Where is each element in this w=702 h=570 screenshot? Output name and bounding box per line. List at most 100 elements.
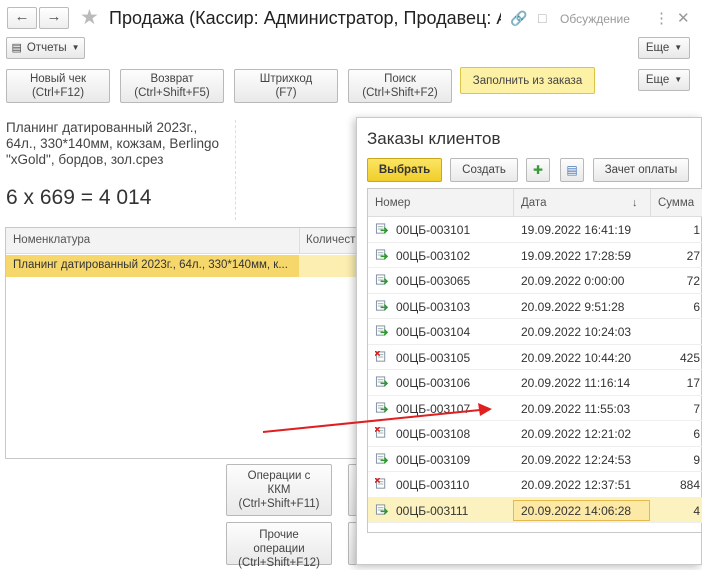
col-qty-header[interactable]: Количест	[306, 234, 355, 246]
select-button[interactable]: Выбрать	[367, 158, 442, 182]
create-label: Создать	[462, 164, 506, 176]
table-row[interactable]: 00ЦБ-003106 20.09.2022 11:16:14 17	[368, 370, 702, 396]
star-icon[interactable]: ★	[80, 5, 99, 30]
order-sum: 7	[693, 401, 700, 416]
product-name: Планинг датированный 2023г., 64л., 330*1…	[6, 120, 219, 167]
order-number: 00ЦБ-003065	[396, 274, 471, 288]
order-sum: 17	[686, 376, 700, 390]
table-row[interactable]: Планинг датированный 2023г., 64л., 330*1…	[6, 255, 356, 277]
deleted-document-icon	[375, 427, 386, 438]
search-label: Поиск	[384, 73, 416, 85]
return-shortcut: (Ctrl+Shift+F5)	[134, 87, 210, 99]
sort-down-icon[interactable]: ↓	[632, 197, 638, 209]
divider	[235, 120, 236, 220]
create-button[interactable]: Создать	[450, 158, 518, 182]
order-number: 00ЦБ-003104	[396, 325, 471, 339]
kkm-ops-shortcut: (Ctrl+Shift+F11)	[238, 498, 320, 510]
order-date: 20.09.2022 12:37:51	[521, 478, 632, 492]
search-shortcut: (Ctrl+Shift+F2)	[362, 87, 438, 99]
orders-table[interactable]: Номер Дата ↓ Сумма 00ЦБ-003101 19.09.2022…	[367, 188, 702, 533]
window-title: Продажа (Кассир: Администратор, Продавец…	[109, 8, 501, 28]
return-label: Возврат	[150, 73, 194, 85]
order-number: 00ЦБ-003101	[396, 223, 471, 237]
order-sum: 4	[693, 503, 700, 518]
table-row[interactable]: 00ЦБ-003104 20.09.2022 10:24:03	[368, 319, 702, 345]
dropdown-icon: ▼	[674, 43, 683, 52]
order-sum: 1	[693, 223, 700, 237]
order-number: 00ЦБ-003106	[396, 376, 471, 390]
list-icon[interactable]: ▤	[560, 158, 584, 182]
discussion-icon[interactable]: □	[538, 10, 546, 26]
col-number-header[interactable]: Номер	[375, 197, 410, 209]
col-item-header[interactable]: Номенклатура	[13, 234, 90, 246]
order-date: 20.09.2022 0:00:00	[521, 274, 625, 288]
fill-from-order-label: Заполнить из заказа	[472, 74, 583, 87]
barcode-shortcut: (F7)	[275, 87, 297, 99]
table-row[interactable]: 00ЦБ-003110 20.09.2022 12:37:51 884	[368, 472, 702, 498]
order-sum: 884	[679, 478, 700, 492]
order-sum: 72	[686, 274, 700, 288]
order-date: 19.09.2022 17:28:59	[521, 248, 632, 263]
reports-label: Отчеты	[26, 42, 67, 54]
barcode-button[interactable]: Штрихкод (F7)	[234, 69, 338, 103]
discussion-link[interactable]: Обсуждение	[560, 12, 630, 26]
table-row[interactable]: 00ЦБ-003105 20.09.2022 10:44:20 425	[368, 345, 702, 370]
order-date: 20.09.2022 14:06:28	[521, 503, 632, 518]
orders-table-body: 00ЦБ-003101 19.09.2022 16:41:19 1 00ЦБ-0031…	[368, 217, 702, 523]
document-posted-icon	[375, 452, 388, 464]
new-check-button[interactable]: Новый чек (Ctrl+F12)	[6, 69, 110, 103]
document-posted-icon	[375, 376, 388, 387]
items-table[interactable]: Номенклатура Количест Планинг датированн…	[5, 227, 357, 459]
back-button[interactable]: ←	[7, 7, 37, 29]
order-number: 00ЦБ-003109	[396, 452, 471, 467]
select-label: Выбрать	[378, 164, 431, 176]
col-sum-header[interactable]: Сумма	[658, 197, 694, 209]
col-separator	[299, 228, 300, 254]
order-sum: 6	[693, 299, 700, 314]
document-posted-icon	[375, 503, 388, 515]
payment-offset-button[interactable]: Зачет оплаты	[593, 158, 689, 182]
reports-button[interactable]: ▤ Отчеты ▼	[6, 37, 85, 59]
menu-dots-icon[interactable]: ⋮	[654, 9, 669, 27]
dropdown-icon: ▼	[71, 43, 80, 52]
forward-button[interactable]: →	[39, 7, 69, 29]
deleted-document-icon	[375, 478, 386, 489]
table-row[interactable]: 00ЦБ-003101 19.09.2022 16:41:19 1	[368, 217, 702, 243]
table-row[interactable]: 00ЦБ-003065 20.09.2022 0:00:00 72	[368, 268, 702, 294]
kkm-operations-button[interactable]: Операции с ККМ (Ctrl+Shift+F11)	[226, 464, 332, 516]
order-date: 19.09.2022 16:41:19	[521, 223, 632, 237]
fill-from-order-button[interactable]: Заполнить из заказа	[460, 67, 595, 94]
add-copy-icon[interactable]: ✚	[526, 158, 550, 182]
order-number: 00ЦБ-003102	[396, 248, 471, 263]
customer-orders-popup[interactable]: Заказы клиентов Выбрать Создать ✚ ▤ Заче…	[356, 117, 702, 565]
document-posted-icon	[375, 401, 388, 413]
other-operations-button[interactable]: Прочие операции (Ctrl+Shift+F12)	[226, 522, 332, 569]
reports-icon: ▤	[11, 42, 22, 54]
table-row[interactable]: 00ЦБ-003102 19.09.2022 17:28:59 27	[368, 243, 702, 268]
table-row[interactable]: 00ЦБ-003107 20.09.2022 11:55:03 7	[368, 396, 702, 421]
quantity-calculation: 6 x 669 = 4 014	[6, 186, 152, 209]
document-posted-icon	[375, 274, 388, 285]
order-number: 00ЦБ-003111	[396, 503, 469, 518]
document-posted-icon	[375, 248, 388, 260]
table-row[interactable]: 00ЦБ-003111 20.09.2022 14:06:28 4	[368, 497, 702, 523]
search-button[interactable]: Поиск (Ctrl+Shift+F2)	[348, 69, 452, 103]
close-icon[interactable]: ✕	[677, 9, 690, 27]
more-button[interactable]: Еще ▼	[638, 69, 690, 91]
order-date: 20.09.2022 11:55:03	[521, 401, 631, 416]
table-row[interactable]: 00ЦБ-003109 20.09.2022 12:24:53 9	[368, 447, 702, 472]
kkm-ops-label-2: ККМ	[267, 484, 291, 496]
col-date-header[interactable]: Дата	[521, 197, 546, 209]
other-ops-label: Прочие	[259, 529, 299, 541]
table-row[interactable]: 00ЦБ-003108 20.09.2022 12:21:02 6	[368, 421, 702, 447]
new-check-label: Новый чек	[29, 73, 87, 85]
document-posted-icon	[375, 223, 388, 234]
order-sum: 27	[686, 248, 700, 263]
dropdown-icon: ▼	[674, 75, 683, 84]
table-row[interactable]: 00ЦБ-003103 20.09.2022 9:51:28 6	[368, 294, 702, 319]
link-icon[interactable]: 🔗	[510, 10, 527, 27]
order-date: 20.09.2022 12:21:02	[521, 427, 632, 441]
return-button[interactable]: Возврат (Ctrl+Shift+F5)	[120, 69, 224, 103]
more-button-top[interactable]: Еще ▼	[638, 37, 690, 59]
order-date: 20.09.2022 10:24:03	[521, 325, 632, 339]
